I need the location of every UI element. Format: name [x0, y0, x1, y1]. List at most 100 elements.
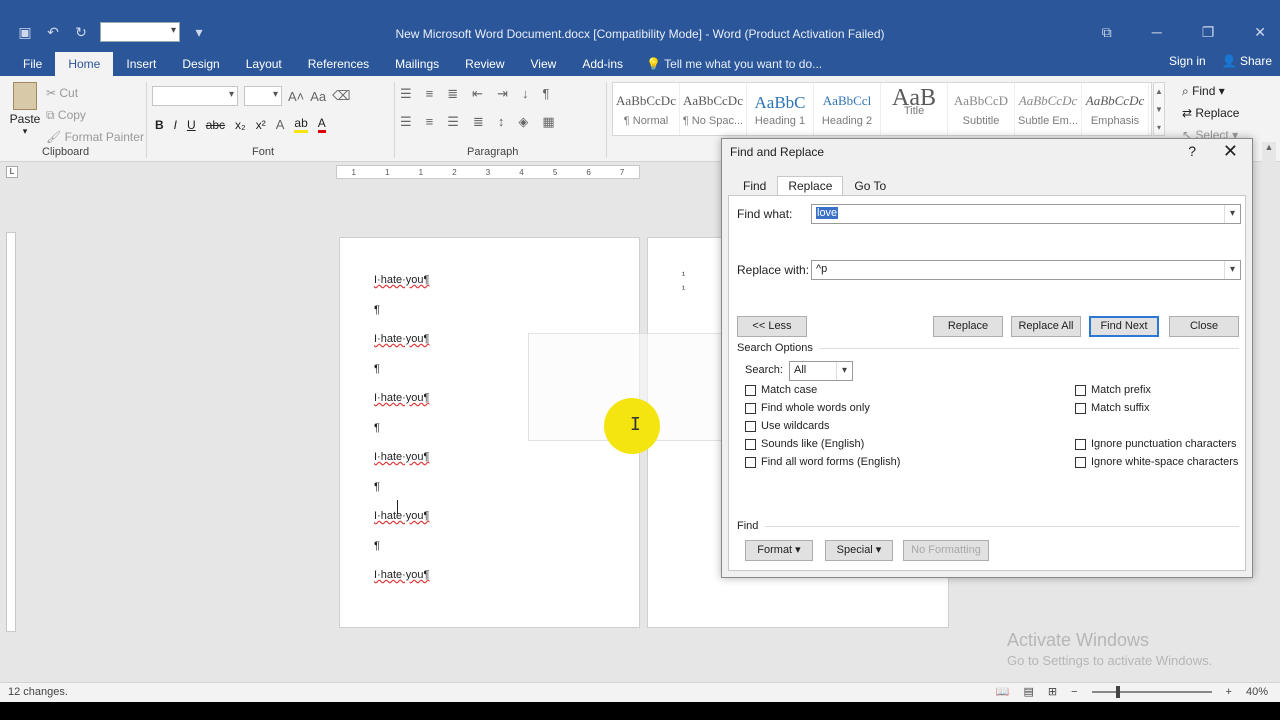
highlight-color-icon[interactable]: ab	[294, 116, 308, 133]
cut-button[interactable]: ✂ Cut	[46, 82, 144, 104]
find-button[interactable]: ⌕ Find ▾	[1182, 80, 1239, 102]
numbering-icon[interactable]: ≡	[426, 86, 434, 102]
multilevel-list-icon[interactable]: ≣	[447, 86, 458, 102]
chevron-down-icon[interactable]: ▾	[836, 362, 852, 380]
styles-scroll[interactable]: ▲ ▼ ▾	[1153, 82, 1165, 136]
style-heading-1[interactable]: AaBbC Heading 1	[747, 83, 814, 135]
zoom-slider[interactable]	[1091, 685, 1212, 698]
zoom-out-icon[interactable]: −	[1071, 686, 1077, 698]
tab-go-to[interactable]: Go To	[843, 176, 897, 196]
style-heading-2[interactable]: AaBbCcl Heading 2	[814, 83, 881, 135]
tab-selector[interactable]: L	[6, 166, 18, 178]
restore-icon[interactable]: ❐	[1202, 24, 1215, 41]
search-direction-select[interactable]: All ▾	[789, 361, 853, 381]
copy-button[interactable]: ⧉ Copy	[46, 104, 144, 126]
vertical-ruler[interactable]	[6, 232, 16, 632]
read-mode-icon[interactable]: 📖	[996, 685, 1010, 698]
match-case-checkbox[interactable]: Match case	[745, 384, 817, 396]
tab-references[interactable]: References	[295, 52, 382, 76]
tab-review[interactable]: Review	[452, 52, 517, 76]
tab-file[interactable]: File	[10, 52, 55, 76]
tab-view[interactable]: View	[518, 52, 570, 76]
font-name-select[interactable]	[152, 86, 238, 106]
style-subtle-emphasis[interactable]: AaBbCcDc Subtle Em...	[1015, 83, 1082, 135]
wildcards-checkbox[interactable]: Use wildcards	[745, 420, 829, 432]
close-button[interactable]: Close	[1169, 316, 1239, 337]
tab-home[interactable]: Home	[55, 52, 114, 76]
strikethrough-button[interactable]: abc	[206, 118, 225, 132]
close-window-icon[interactable]: ✕	[1254, 24, 1266, 41]
tab-mailings[interactable]: Mailings	[382, 52, 452, 76]
whole-words-checkbox[interactable]: Find whole words only	[745, 402, 870, 414]
minimize-icon[interactable]: ─	[1152, 24, 1162, 41]
no-formatting-button[interactable]: No Formatting	[903, 540, 989, 561]
bullets-icon[interactable]: ☰	[400, 86, 412, 102]
style-normal[interactable]: AaBbCcDc ¶ Normal	[613, 83, 680, 135]
superscript-button[interactable]: x²	[256, 118, 266, 132]
word-forms-checkbox[interactable]: Find all word forms (English)	[745, 456, 900, 468]
style-emphasis[interactable]: AaBbCcDc Emphasis	[1082, 83, 1149, 135]
dialog-close-icon[interactable]: ✕	[1223, 141, 1238, 162]
text-effects-icon[interactable]: A	[276, 117, 285, 132]
style-title[interactable]: AaB Title	[881, 83, 948, 135]
tell-me-box[interactable]: 💡 Tell me what you want to do...	[646, 52, 822, 76]
share-button[interactable]: 👤 Share	[1222, 54, 1272, 68]
web-layout-icon[interactable]: ⊞	[1048, 685, 1057, 698]
help-icon[interactable]: ?	[1188, 143, 1196, 159]
vertical-scrollbar[interactable]: ▲	[1262, 142, 1276, 680]
underline-button[interactable]: U	[187, 118, 196, 132]
tab-design[interactable]: Design	[169, 52, 232, 76]
tab-insert[interactable]: Insert	[113, 52, 169, 76]
subscript-button[interactable]: x₂	[235, 118, 246, 132]
paste-button[interactable]: Paste ▾	[8, 82, 42, 137]
shading-icon[interactable]: ◈	[518, 114, 528, 130]
align-right-icon[interactable]: ☰	[447, 114, 459, 130]
format-button[interactable]: Format ▾	[745, 540, 813, 561]
tab-layout[interactable]: Layout	[233, 52, 295, 76]
format-painter-button[interactable]: 🖌 Format Painter	[46, 126, 144, 148]
sort-icon[interactable]: ↓	[522, 86, 529, 102]
zoom-level[interactable]: 40%	[1246, 686, 1268, 698]
zoom-in-icon[interactable]: +	[1226, 686, 1232, 698]
ignore-punctuation-checkbox[interactable]: Ignore punctuation characters	[1075, 438, 1237, 450]
borders-icon[interactable]: ▦	[542, 114, 554, 130]
tab-find[interactable]: Find	[732, 176, 777, 196]
special-button[interactable]: Special ▾	[825, 540, 893, 561]
match-suffix-checkbox[interactable]: Match suffix	[1075, 402, 1150, 414]
shrink-font-button[interactable]: Aa	[310, 89, 326, 104]
ignore-whitespace-checkbox[interactable]: Ignore white-space characters	[1075, 456, 1238, 468]
line-spacing-icon[interactable]: ↕	[498, 114, 505, 130]
bold-button[interactable]: B	[155, 118, 164, 132]
align-center-icon[interactable]: ≡	[426, 114, 434, 130]
align-left-icon[interactable]: ☰	[400, 114, 412, 130]
match-prefix-checkbox[interactable]: Match prefix	[1075, 384, 1151, 396]
style-no-spacing[interactable]: AaBbCcDc ¶ No Spac...	[680, 83, 747, 135]
line-text: I·hate·you¶	[374, 333, 430, 345]
replace-with-input[interactable]: ^p ▾	[811, 260, 1241, 280]
italic-button[interactable]: I	[174, 118, 177, 132]
horizontal-ruler[interactable]: 1 1 1 2 3 4 5 6 7	[336, 165, 640, 179]
grow-font-button[interactable]: A˄	[288, 89, 304, 104]
show-marks-icon[interactable]: ¶	[542, 86, 549, 102]
find-next-button[interactable]: Find Next	[1089, 316, 1159, 337]
less-button[interactable]: << Less	[737, 316, 807, 337]
sounds-like-checkbox[interactable]: Sounds like (English)	[745, 438, 864, 450]
replace-button[interactable]: ⇄ Replace	[1182, 102, 1239, 124]
chevron-down-icon[interactable]: ▾	[1224, 205, 1240, 223]
replace-button-dialog[interactable]: Replace	[933, 316, 1003, 337]
find-what-input[interactable]: love ▾	[811, 204, 1241, 224]
tab-add-ins[interactable]: Add-ins	[569, 52, 636, 76]
justify-icon[interactable]: ≣	[473, 114, 484, 130]
print-layout-icon[interactable]: ▤	[1023, 685, 1033, 698]
replace-all-button[interactable]: Replace All	[1011, 316, 1081, 337]
decrease-indent-icon[interactable]: ⇤	[472, 86, 483, 102]
ribbon-display-icon[interactable]: ⧉	[1102, 24, 1112, 41]
clear-formatting-icon[interactable]: ⌫	[332, 88, 350, 104]
increase-indent-icon[interactable]: ⇥	[497, 86, 508, 102]
tab-replace[interactable]: Replace	[777, 176, 844, 196]
font-size-select[interactable]	[244, 86, 282, 106]
sign-in-link[interactable]: Sign in	[1169, 54, 1206, 68]
chevron-down-icon[interactable]: ▾	[1224, 261, 1240, 279]
style-subtitle[interactable]: AaBbCcD Subtitle	[948, 83, 1015, 135]
font-color-button[interactable]: A	[317, 116, 326, 133]
